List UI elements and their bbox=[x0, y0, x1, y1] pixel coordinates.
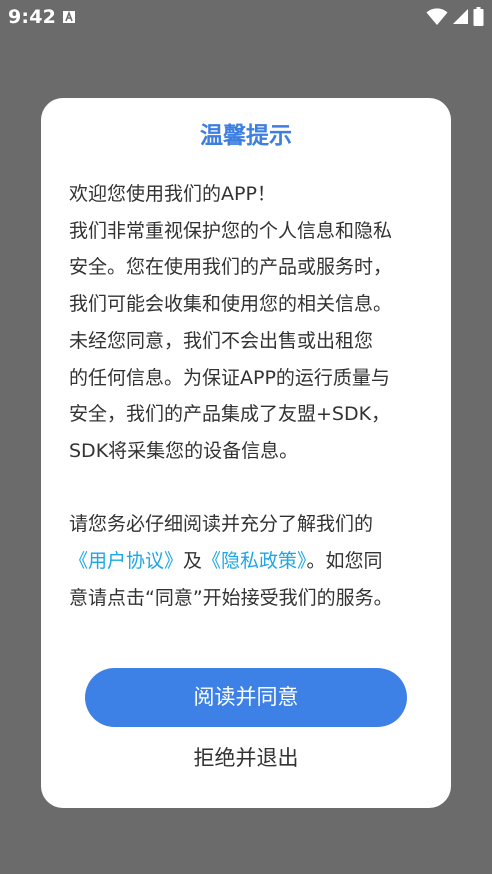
body-line: 意请点击“同意”开始接受我们的服务。 bbox=[69, 586, 393, 609]
body-line: 我们非常重视保护您的个人信息和隐私 bbox=[69, 219, 393, 242]
body-line: 欢迎您使用我们的APP！ bbox=[69, 183, 276, 205]
and-text: 及 bbox=[183, 550, 203, 573]
exit-button[interactable]: 拒绝并退出 bbox=[85, 736, 407, 780]
privacy-policy-link[interactable]: 《隐私政策》 bbox=[202, 550, 307, 572]
body-line-links: 《用户协议》及《隐私政策》。如您同 bbox=[69, 543, 423, 580]
after-links-text: 。如您同 bbox=[306, 550, 383, 573]
a-icon bbox=[62, 9, 76, 23]
body-line: 未经您同意，我们不会出售或出租您 bbox=[69, 329, 374, 352]
battery-icon bbox=[473, 7, 484, 30]
dialog-body: 欢迎您使用我们的APP！ 我们非常重视保护您的个人信息和隐私 安全。您在使用我们… bbox=[69, 176, 423, 616]
status-icons bbox=[426, 7, 484, 30]
status-time: 9:42 bbox=[8, 6, 57, 28]
wifi-icon bbox=[426, 7, 448, 30]
signal-icon bbox=[452, 8, 469, 29]
dialog-title: 温馨提示 bbox=[200, 123, 292, 149]
status-bar: 9:42 bbox=[0, 0, 492, 34]
body-line: 我们可能会收集和使用您的相关信息。 bbox=[69, 293, 393, 316]
body-line: 请您务必仔细阅读并充分了解我们的 bbox=[69, 513, 374, 536]
body-line: 安全，我们的产品集成了友盟+SDK， bbox=[69, 403, 391, 426]
privacy-dialog: 温馨提示 欢迎您使用我们的APP！ 我们非常重视保护您的个人信息和隐私 安全。您… bbox=[41, 98, 451, 808]
body-line: 的任何信息。为保证APP的运行质量与 bbox=[69, 366, 390, 389]
user-agreement-link[interactable]: 《用户协议》 bbox=[69, 550, 183, 572]
body-line: 安全。您在使用我们的产品或服务时， bbox=[69, 256, 393, 279]
agree-button[interactable]: 阅读并同意 bbox=[85, 668, 407, 727]
body-line: SDK将采集您的设备信息。 bbox=[69, 439, 299, 462]
